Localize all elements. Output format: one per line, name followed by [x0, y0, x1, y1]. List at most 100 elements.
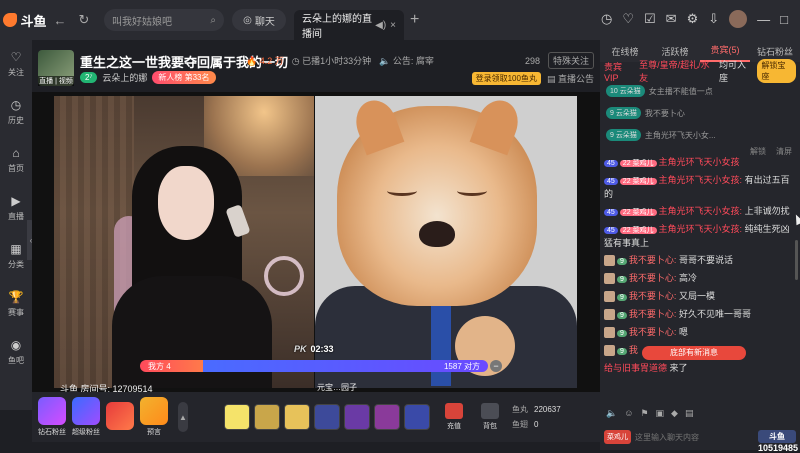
chat-message[interactable]: 45 22 菜鸡儿 主角光环飞天小女孩: 上非诚勿扰 [600, 203, 800, 221]
history-icon[interactable]: ◷ [601, 11, 612, 27]
gift-item-2[interactable] [254, 404, 280, 430]
volume-icon[interactable]: ◀) [375, 20, 386, 31]
chat-message[interactable]: 9 我不要卜心: 嗯 [600, 324, 800, 342]
gift-item-6[interactable] [374, 404, 400, 430]
gift-item-7[interactable] [404, 404, 430, 430]
backpack-button[interactable]: 背包 [478, 402, 502, 432]
emoji-icon[interactable]: ☺ [624, 408, 633, 418]
window-controls: ◷ ♡ ☑ ✉ ⚙ ⇩ — □ [601, 10, 788, 28]
minimize-icon[interactable]: — [757, 12, 770, 27]
tab-live-room[interactable]: 云朵上的娜的直播间 ◀) × [294, 10, 404, 40]
gift-redpacket[interactable] [106, 402, 134, 432]
sidebar-item-fishbar[interactable]: ◉ 鱼吧 [0, 328, 32, 376]
favorite-icon[interactable]: ♡ [622, 11, 634, 27]
new-tab-button[interactable]: + [410, 11, 419, 29]
tab-online-rank[interactable]: 在线榜 [600, 45, 650, 58]
gift-icon[interactable]: ▣ [656, 408, 665, 419]
shiba-right-ear [469, 96, 525, 156]
download-icon[interactable]: ⇩ [708, 11, 719, 27]
shiba-left-ear [349, 96, 405, 156]
user-avatar-icon [604, 345, 615, 357]
user-avatar[interactable] [729, 10, 748, 28]
trophy-icon [140, 397, 168, 425]
maximize-icon[interactable]: □ [780, 12, 788, 27]
gift-item-3[interactable] [284, 404, 310, 430]
fan-badge-icon[interactable]: ⚑ [640, 408, 648, 419]
speaker-icon[interactable]: 🔈 [606, 408, 617, 419]
pk-our-side: 我方 4 [140, 360, 203, 372]
gift-prophecy[interactable]: 预言 [140, 397, 168, 437]
recharge-button[interactable]: 充值 [442, 402, 466, 432]
chat-message[interactable]: 9 我不要卜心: 好久不见唯一哥哥 [600, 306, 800, 324]
vip-seat-3[interactable]: 9 云朵猫 主角光环飞天小女... [600, 124, 800, 146]
sidebar-item-history[interactable]: ◷ 历史 [0, 88, 32, 136]
host-line: 2⁷ 云朵上的娜 新人榜 第33名 [80, 71, 216, 84]
sidebar-item-follow[interactable]: ♡ 关注 [0, 40, 32, 88]
fan-badge-chip[interactable]: 菜鸡儿 [604, 430, 631, 444]
video-player[interactable]: PK 02:33 我方 4 1587 对方 − 斗鱼 房间号: 12709514… [32, 92, 600, 392]
tab-diamond-fans[interactable]: 钻石粉丝 [750, 45, 800, 58]
message-icon[interactable]: ✉ [666, 11, 677, 27]
opponent-name[interactable]: 元宝…园子 [317, 382, 357, 392]
heart-icon: ♡ [10, 50, 22, 64]
chat-scrollbar[interactable] [795, 240, 798, 280]
host-level-badge: 2⁷ [80, 72, 98, 83]
gift-item-4[interactable] [314, 404, 340, 430]
home-icon: ⌂ [12, 146, 20, 160]
room-notice-link[interactable]: ▤ 直播公告 [547, 72, 594, 85]
search-box[interactable]: 叫我好姑娘吧 ⌕ [104, 9, 224, 31]
chat-message[interactable]: 9 我不要卜心: 哥哥不要说话 [600, 252, 800, 270]
user-avatar-icon [604, 309, 615, 321]
login-reward-button[interactable]: 登录领取100鱼丸 [471, 72, 541, 85]
chat-icon: ◎ [243, 14, 252, 26]
sidebar-item-home[interactable]: ⌂ 首页 [0, 136, 32, 184]
settings-icon[interactable]: ⚙ [687, 11, 699, 27]
ring-light [264, 256, 304, 296]
room-avatar[interactable]: 直播 | 视频 [38, 50, 74, 86]
tab-active-rank[interactable]: 活跃榜 [650, 45, 700, 58]
douyu-logo[interactable]: 斗鱼 [0, 0, 50, 40]
opponent-stream [315, 96, 577, 388]
color-icon[interactable]: ◆ [671, 408, 678, 419]
chat-message[interactable]: 45 22 菜鸡儿 主角光环飞天小女孩: 纯纯生死凶猛有事真上 [600, 221, 800, 252]
chat-message[interactable]: 45 22 菜鸡儿 主角光环飞天小女孩: 有出过五百的 [600, 172, 800, 203]
vip-seat-2[interactable]: 9 云朵猫 我不要卜心 [600, 102, 800, 124]
chat-message[interactable]: 45 22 菜鸡儿 主角光环飞天小女孩 [600, 154, 800, 172]
fish-logo-icon [3, 13, 18, 27]
gift-item-1[interactable] [224, 404, 250, 430]
top-bar: 斗鱼 ← ↻ 叫我好姑娘吧 ⌕ ◎ 聊天 云朵上的娜的直播间 ◀) × + ◷ ♡… [0, 0, 800, 40]
sidebar-item-events[interactable]: 🏆 赛事 [0, 280, 32, 328]
login-area: 登录领取100鱼丸 ▤ 直播公告 [471, 72, 594, 85]
image-icon[interactable]: ▤ [685, 408, 694, 419]
pk-close-button[interactable]: − [490, 360, 502, 372]
rank-badge[interactable]: 新人榜 第33名 [152, 71, 216, 84]
tab-title: 云朵上的娜的直播间 [302, 14, 372, 40]
gift-diamond-fans[interactable]: 钻石粉丝 [38, 397, 66, 437]
host-name[interactable]: 云朵上的娜 [102, 71, 147, 84]
chat-message[interactable]: 9 我不要卜心: 又局一模 [600, 288, 800, 306]
chat-button[interactable]: ◎ 聊天 [232, 9, 286, 31]
user-avatar-icon [604, 255, 615, 267]
chat-message[interactable]: 给与旧事胃道德 来了 [600, 360, 800, 377]
refresh-button[interactable]: ↻ [74, 10, 94, 30]
back-button[interactable]: ← [50, 10, 70, 30]
diamond-fans-icon [38, 397, 66, 425]
special-follow-button[interactable]: 特殊关注 [547, 52, 594, 69]
fish-balance: 鱼丸 220637 [512, 405, 561, 414]
search-input[interactable]: 叫我好姑娘吧 [112, 13, 172, 28]
gift-super-fans[interactable]: 超级粉丝 [72, 397, 100, 437]
pk-timer: PK 02:33 [294, 344, 334, 354]
gift-item-5[interactable] [344, 404, 370, 430]
new-messages-button[interactable]: 底部有新消息 [642, 346, 746, 360]
streamer-face [158, 166, 214, 240]
tab-close-icon[interactable]: × [390, 20, 396, 31]
shiba-right-eye [457, 186, 487, 196]
task-icon[interactable]: ☑ [644, 11, 656, 27]
chat-message[interactable]: 9 我不要卜心: 高冷 [600, 270, 800, 288]
user-avatar-icon [604, 291, 615, 303]
fishbar-icon: ◉ [10, 338, 22, 352]
gift-scroll-up[interactable]: ▲ [178, 402, 188, 432]
unlock-seat-button[interactable]: 解锁宝座 [757, 59, 796, 83]
search-icon[interactable]: ⌕ [210, 15, 216, 26]
chat-input[interactable] [635, 429, 743, 445]
